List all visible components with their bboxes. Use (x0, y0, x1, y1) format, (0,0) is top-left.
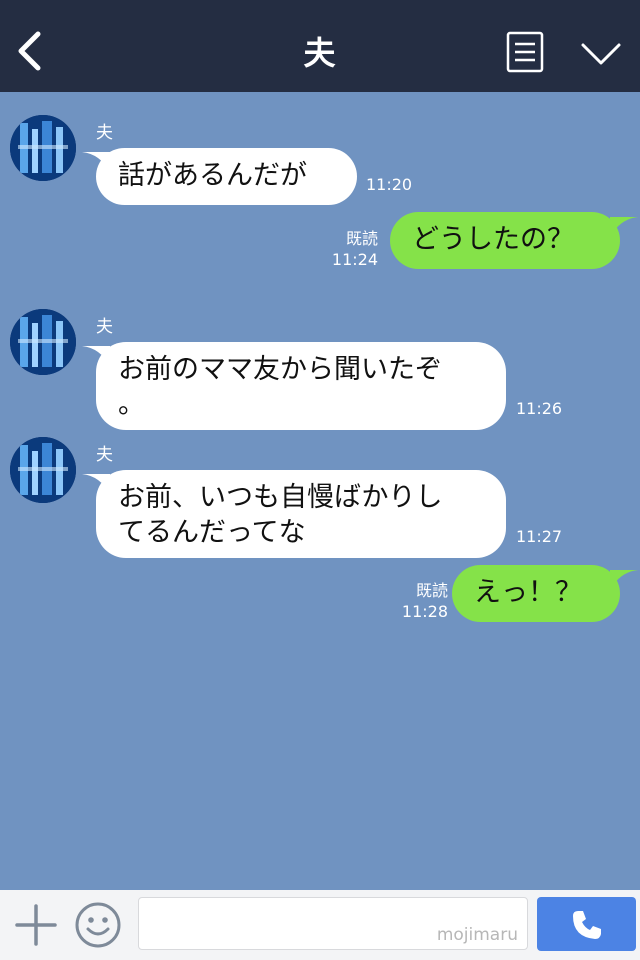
message-text: 話があるんだが (118, 160, 307, 191)
smile-icon[interactable] (74, 901, 122, 949)
message-text-line: お前、いつも自慢ばかりし (118, 482, 443, 513)
sender-name: 夫 (96, 123, 113, 143)
phone-icon (573, 911, 601, 939)
message-input[interactable]: mojimaru (138, 897, 528, 950)
message-text: どうしたの？ (412, 224, 574, 255)
message-bubble-incoming[interactable]: お前のママ友から聞いたぞ 。 (96, 342, 506, 430)
message-text-line: てるんだってな (118, 517, 306, 548)
read-receipt: 既読 11:24 (330, 228, 378, 270)
message-bubble-outgoing[interactable]: どうしたの？ (390, 212, 620, 269)
message-text-line: 。 (118, 389, 145, 420)
message-bubble-outgoing[interactable]: えっ！？ (452, 565, 620, 622)
avatar[interactable] (10, 115, 76, 181)
chat-title: 夫 (303, 34, 337, 72)
chat-header: 夫 (0, 0, 640, 92)
read-label: 既読 (415, 581, 448, 600)
message-bubble-incoming[interactable]: お前、いつも自慢ばかりし てるんだってな (96, 470, 506, 558)
avatar[interactable] (10, 437, 76, 503)
message-time: 11:27 (516, 527, 563, 546)
read-receipt: 既読 11:28 (392, 580, 448, 622)
message-time: 11:28 (401, 602, 448, 621)
call-button[interactable] (537, 897, 636, 951)
plus-icon[interactable] (15, 904, 57, 946)
menu-list-icon[interactable] (506, 31, 544, 73)
message-text: えっ！？ (474, 577, 582, 608)
message-bubble-incoming[interactable]: 話があるんだが (96, 148, 357, 205)
message-text-line: お前のママ友から聞いたぞ (118, 354, 442, 385)
chevron-down-icon[interactable] (580, 40, 622, 68)
read-label: 既読 (345, 229, 378, 248)
sender-name: 夫 (96, 317, 113, 337)
message-time: 11:26 (516, 399, 563, 418)
watermark-text: mojimaru (436, 925, 518, 945)
avatar[interactable] (10, 309, 76, 375)
sender-name: 夫 (96, 445, 113, 465)
message-time: 11:24 (331, 250, 378, 269)
message-time: 11:20 (366, 175, 413, 194)
